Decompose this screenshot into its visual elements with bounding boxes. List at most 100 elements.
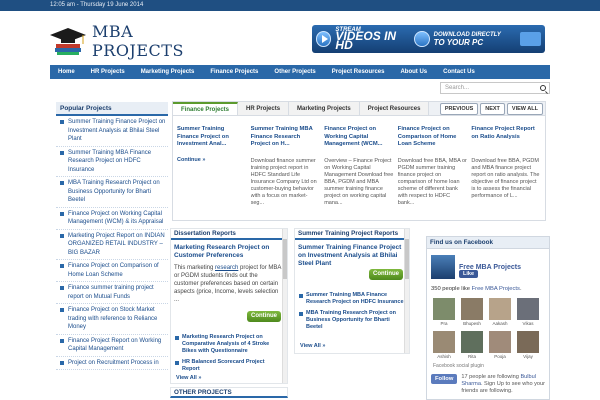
fan-face[interactable]: Vijay: [517, 331, 539, 359]
tab-hr-projects[interactable]: HR Projects: [238, 102, 290, 115]
previous-button[interactable]: PREVIOUS: [439, 103, 479, 115]
research-link[interactable]: research: [215, 265, 238, 271]
card-desc: Download free BBA, PGDM and MBA finance …: [471, 158, 540, 199]
avatar: [489, 331, 511, 353]
facebook-like-button[interactable]: Like: [459, 270, 479, 278]
nav-marketing-projects[interactable]: Marketing Projects: [133, 65, 203, 79]
avatar: [461, 331, 483, 353]
site-logo[interactable]: MBA PROJECTS: [50, 22, 190, 60]
sidebar-item[interactable]: Finance Project on Comparison of Home Lo…: [56, 260, 168, 282]
page-thumbnail[interactable]: [431, 255, 455, 279]
nav-other-projects[interactable]: Other Projects: [266, 65, 323, 79]
play-icon: [316, 31, 332, 47]
sidebar-item[interactable]: Finance Project on Stock Market trading …: [56, 304, 168, 335]
sidebar-item[interactable]: Summer Training MBA Finance Research Pro…: [56, 147, 168, 177]
fan-face[interactable]: Ashish: [433, 331, 455, 359]
video-ad-banner[interactable]: STREAM VIDEOS IN HD DOWNLOAD DIRECTLY TO…: [312, 25, 545, 53]
dissertation-continue-button[interactable]: Continue: [247, 311, 281, 322]
sidebar-item[interactable]: Finance Project on Working Capital Manag…: [56, 208, 168, 230]
popular-projects-sidebar: Popular Projects Summer Training Finance…: [56, 102, 168, 400]
dissertation-item[interactable]: HR Balanced Scorecard Project Report: [171, 359, 283, 373]
sidebar-item[interactable]: Finance summer training project report o…: [56, 282, 168, 304]
tab-cards: Summer Training Finance Project on Inves…: [173, 116, 545, 212]
dissertation-view-all[interactable]: View All »: [176, 375, 201, 381]
tab-finance-projects[interactable]: Finance Projects: [173, 102, 239, 115]
facebook-plugin-label: Facebook social plugin: [433, 363, 484, 369]
banner-line1-big: VIDEOS IN HD: [335, 29, 397, 52]
summer-lead-title[interactable]: Summer Training Finance Project on Inves…: [295, 240, 409, 268]
card-title[interactable]: Finance Project on Working Capital Manag…: [324, 126, 394, 156]
fan-face[interactable]: Vikas: [517, 298, 539, 326]
fan-face[interactable]: Bhupesh: [461, 298, 483, 326]
card-desc: Overview – Finance Project on Working Ca…: [324, 158, 394, 206]
next-button[interactable]: NEXT: [480, 103, 505, 115]
banner-line2-big: TO YOUR PC: [433, 37, 484, 47]
sidebar-title: Popular Projects: [56, 102, 168, 116]
nav-contact-us[interactable]: Contact Us: [435, 65, 483, 79]
sidebar-item[interactable]: Project on Recruitment Process in: [56, 357, 168, 370]
card-title[interactable]: Finance Project on Comparison of Home Lo…: [398, 126, 468, 156]
dissertation-lead-text: This marketing research project for MBA …: [174, 265, 282, 303]
dissertation-item[interactable]: Marketing Research Project on Comparativ…: [171, 334, 283, 355]
nav-hr-projects[interactable]: HR Projects: [83, 65, 133, 79]
fan-face[interactable]: Pra: [433, 298, 455, 326]
logo-text: MBA PROJECTS: [92, 22, 184, 60]
facebook-box: Find us on Facebook Free MBA Projects Li…: [426, 236, 550, 400]
fan-face[interactable]: Pooja: [489, 331, 511, 359]
top-date-bar: 12:05 am - Thursday 19 June 2014: [0, 0, 600, 11]
nav-about-us[interactable]: About Us: [392, 65, 435, 79]
site-header: MBA PROJECTS STREAM VIDEOS IN HD DOWNLOA…: [0, 11, 600, 66]
card-desc: Download free BBA, MBA or PGDM summer tr…: [397, 158, 467, 206]
project-card: Finance Project Report on Ratio Analysis…: [471, 126, 545, 212]
dissertation-reports-box: Dissertation Reports Marketing Research …: [170, 228, 288, 384]
main-nav: Home HR Projects Marketing Projects Fina…: [50, 65, 550, 79]
sidebar-item[interactable]: Summer Training Finance Project on Inves…: [56, 116, 168, 147]
sidebar-item[interactable]: Marketing Project Report on INDIAN ORGAN…: [56, 230, 168, 260]
date-text: 12:05 am - Thursday 19 June 2014: [50, 2, 144, 8]
avatar: [517, 298, 539, 320]
summer-view-all[interactable]: View All »: [300, 343, 325, 349]
project-card: Finance Project on Working Capital Manag…: [324, 126, 398, 212]
avatar: [461, 298, 483, 320]
tab-project-resources[interactable]: Project Resources: [359, 102, 430, 115]
facebook-title: Find us on Facebook: [427, 237, 549, 249]
other-projects-title: OTHER PROJECTS: [170, 387, 288, 398]
tab-marketing-projects[interactable]: Marketing Projects: [289, 102, 360, 115]
summer-training-box: Summer Training Project Reports Summer T…: [294, 228, 410, 354]
page-link[interactable]: Free MBA Projects: [472, 286, 520, 292]
project-card: Summer Training Finance Project on Inves…: [177, 126, 251, 212]
dissertation-lead-title[interactable]: Marketing Research Project on Customer P…: [171, 240, 287, 260]
graduation-cap-icon: [50, 26, 88, 56]
summer-item[interactable]: MBA Training Research Project on Busines…: [295, 310, 405, 331]
card-title[interactable]: Summer Training Finance Project on Inves…: [177, 126, 247, 156]
project-card: Summer Training MBA Finance Research Pro…: [251, 126, 325, 212]
fan-faces: Pra Bhupesh Aakash Vikas Ashish Rita Poo…: [427, 292, 549, 359]
sidebar-item[interactable]: Finance Project Report on Working Capita…: [56, 335, 168, 357]
fan-face[interactable]: Aakash: [489, 298, 511, 326]
search-input[interactable]: Search...: [440, 82, 550, 94]
avatar: [433, 331, 455, 353]
search-placeholder: Search...: [445, 85, 470, 91]
view-all-button[interactable]: VIEW ALL: [506, 103, 543, 115]
summer-title: Summer Training Project Reports: [295, 229, 409, 240]
tab-bar: Finance Projects HR Projects Marketing P…: [173, 102, 545, 116]
project-card: Finance Project on Comparison of Home Lo…: [398, 126, 472, 212]
summer-continue-button[interactable]: Continue: [369, 269, 403, 280]
dissertation-title: Dissertation Reports: [171, 229, 287, 240]
continue-link[interactable]: Continue »: [177, 157, 205, 163]
sidebar-item[interactable]: MBA Training Research Project on Busines…: [56, 177, 168, 208]
fan-face[interactable]: Rita: [461, 331, 483, 359]
follow-text: 17 people are following Bulbul Sharma. S…: [461, 374, 546, 394]
sidebar-list: Summer Training Finance Project on Inves…: [56, 116, 168, 370]
download-icon: [414, 31, 430, 47]
nav-finance-projects[interactable]: Finance Projects: [202, 65, 266, 79]
search-icon[interactable]: [540, 85, 546, 91]
nav-project-resources[interactable]: Project Resources: [324, 65, 393, 79]
card-title[interactable]: Finance Project Report on Ratio Analysis: [471, 126, 541, 156]
summer-item[interactable]: Summer Training MBA Finance Research Pro…: [295, 292, 405, 306]
nav-home[interactable]: Home: [50, 65, 83, 79]
card-title[interactable]: Summer Training MBA Finance Research Pro…: [251, 126, 321, 156]
banner-brand-logo: [519, 32, 541, 46]
card-desc: Download finance summer training project…: [250, 158, 317, 206]
follow-button[interactable]: Follow: [431, 374, 458, 384]
